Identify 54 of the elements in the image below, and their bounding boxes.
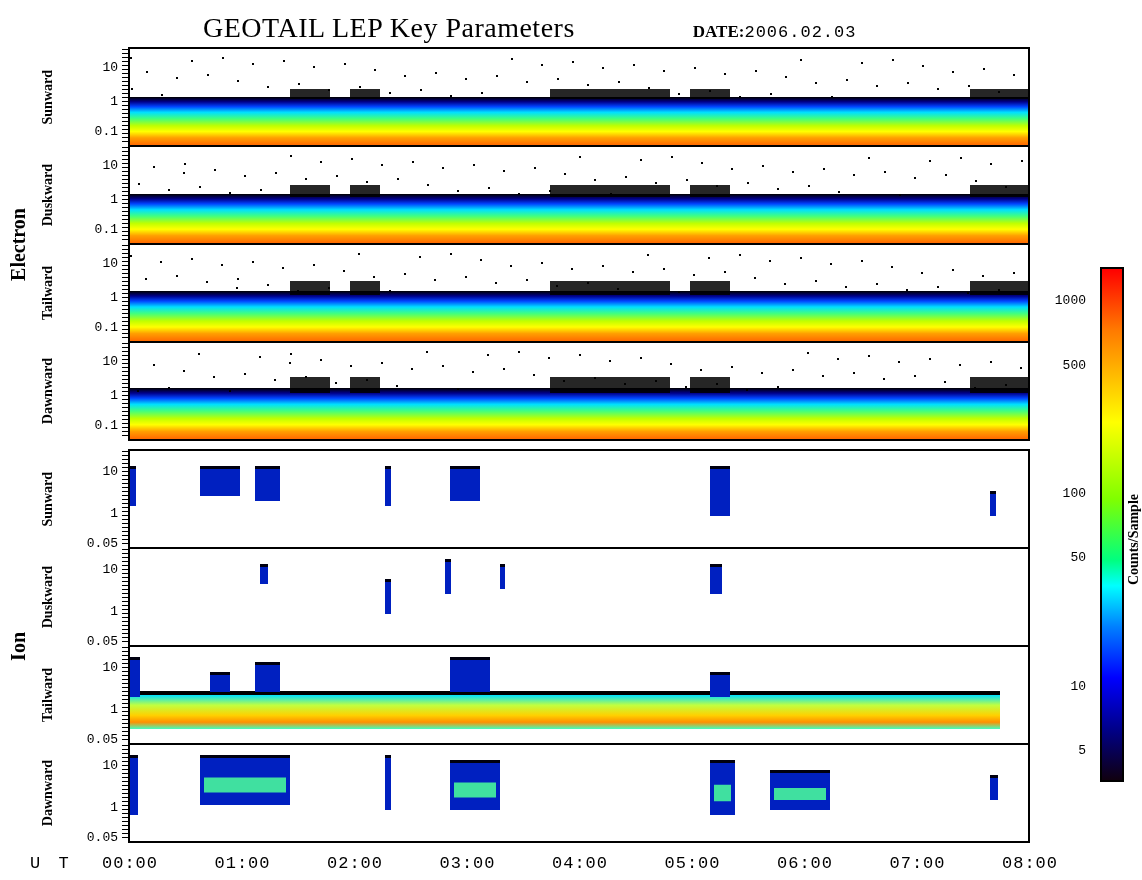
axis-tick-label: 00:00	[102, 854, 158, 873]
axis-tick-label: 10	[102, 355, 118, 370]
axis-tick-label: 0.1	[94, 418, 118, 433]
axis-tick-label: 0.05	[86, 831, 118, 846]
axis-tick-label: 08:00	[1002, 854, 1058, 873]
colorbar-tick-label: 50	[1070, 549, 1087, 565]
axis-tick-label: 10	[102, 563, 118, 578]
axis-tick-label: 1	[110, 94, 118, 109]
colorbar-tick-label: 500	[1062, 357, 1087, 373]
axis-tick-label: 1	[110, 801, 118, 816]
date-value: 2006.02.03	[744, 23, 857, 42]
panel-label: Sunward	[40, 471, 56, 527]
colorbar-label: Counts/Sample	[1126, 494, 1142, 586]
axis-tick-label: 04:00	[552, 854, 608, 873]
axis-tick-label: 1	[110, 290, 118, 305]
axis-tick-label: 0.1	[94, 124, 118, 139]
axis-tick-label: 07:00	[889, 854, 946, 873]
axis-tick-label: 10	[102, 257, 118, 272]
axis-tick-label: 0.05	[86, 537, 118, 552]
axis-tick-label: 05:00	[664, 854, 721, 873]
axis-tick-label: 1	[110, 192, 118, 207]
colorbar-tick-label: 5	[1078, 742, 1087, 758]
axis-tick-label: 10	[102, 759, 118, 774]
panel-label: Tailward	[40, 266, 56, 320]
group-label: Electron	[6, 207, 30, 281]
panel-label: Dawnward	[40, 759, 56, 827]
colorbar-tick-label: 100	[1062, 485, 1087, 501]
axis-tick-label: 06:00	[777, 854, 833, 873]
axis-tick-label: 03:00	[439, 854, 496, 873]
axis-tick-label: 0.1	[94, 320, 118, 335]
panel-label: Dawnward	[40, 357, 56, 425]
group-label: Ion	[6, 631, 30, 661]
axis-tick-label: 10	[102, 465, 118, 480]
axis-tick-label: 02:00	[327, 854, 383, 873]
panel-label: Duskward	[40, 163, 56, 227]
axis-tick-label: 10	[102, 661, 118, 676]
panel-label: Sunward	[40, 69, 56, 125]
axis-tick-label: 10	[102, 61, 118, 76]
colorbar-tick-label: 1000	[1054, 292, 1087, 308]
axis-tick-label: 0.05	[86, 635, 118, 650]
axis-tick-label: 0.1	[94, 222, 118, 237]
axis-tick-label: 1	[110, 703, 118, 718]
axis-tick-label: 1	[110, 507, 118, 522]
axis-tick-label: 0.05	[86, 733, 118, 748]
axis-tick-label: 10	[102, 159, 118, 174]
date-label: DATE:	[692, 22, 745, 42]
axis-label: U T	[30, 854, 69, 873]
axis-tick-label: 1	[110, 605, 118, 620]
panel-label: Duskward	[40, 565, 56, 629]
colorbar-tick-label: 10	[1070, 678, 1087, 694]
axis-tick-label: 01:00	[214, 854, 271, 873]
panel-label: Tailward	[40, 668, 56, 722]
chart-title: GEOTAIL LEP Key Parameters	[203, 12, 575, 44]
axis-tick-label: 1	[110, 388, 118, 403]
